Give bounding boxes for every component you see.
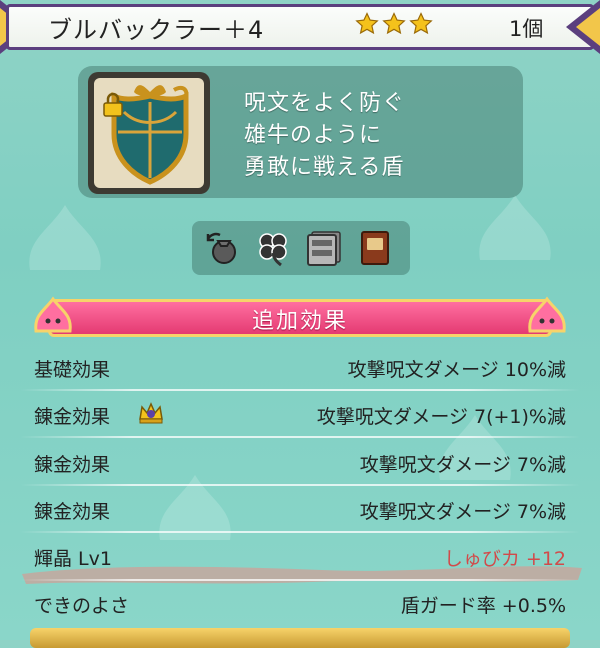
- item-name: ブルバックラー＋4: [48, 16, 265, 44]
- cabinet-icon[interactable]: [304, 229, 342, 267]
- book-icon[interactable]: [356, 229, 394, 267]
- effect-value: 攻撃呪文ダメージ 7%減: [359, 454, 566, 476]
- star-icon: [409, 12, 433, 35]
- effect-row: 錬金効果 攻撃呪文ダメージ 7%減: [0, 487, 600, 533]
- effect-label: 基礎効果: [34, 359, 111, 381]
- divider: [20, 436, 580, 438]
- divider: [20, 531, 580, 533]
- star-icon: [382, 12, 406, 35]
- rarity-stars: [355, 12, 433, 36]
- effect-label: 錬金効果: [34, 406, 111, 428]
- crown-icon: [139, 402, 163, 424]
- description-line: 呪文をよく防ぐ: [244, 91, 406, 116]
- clover-icon[interactable]: [254, 229, 292, 267]
- header-right-ornament: [566, 0, 600, 54]
- divider: [20, 389, 580, 391]
- effect-row: 輝晶 Lv1 しゅびカ +12: [0, 534, 600, 580]
- effect-value: 攻撃呪文ダメージ 7%減: [359, 501, 566, 523]
- effect-label: 錬金効果: [34, 501, 111, 523]
- description-line: 雄牛のように: [244, 123, 383, 148]
- section-title: 追加効果: [251, 309, 348, 334]
- effect-value: しゅびカ +12: [443, 548, 566, 570]
- star-icon: [355, 12, 379, 35]
- effect-row: 錬金効果 攻撃呪文ダメージ 7(+1)%減: [0, 392, 600, 438]
- effect-label: できのよさ: [34, 595, 130, 617]
- item-description: 呪文をよく防ぐ 雄牛のように 勇敢に戦える盾: [244, 88, 405, 184]
- divider: [20, 484, 580, 486]
- effect-row: できのよさ 盾ガード率 +0.5%: [0, 581, 600, 627]
- description-line: 勇敢に戦える盾: [244, 155, 405, 180]
- lock-icon: [103, 92, 123, 117]
- item-icon-frame[interactable]: [88, 72, 210, 194]
- effect-value: 攻撃呪文ダメージ 7(+1)%減: [316, 406, 566, 428]
- effect-label: 輝晶 Lv1: [34, 548, 112, 570]
- effect-row: 基礎効果 攻撃呪文ダメージ 10%減: [0, 345, 600, 391]
- effect-value: 攻撃呪文ダメージ 10%減: [347, 359, 566, 381]
- effect-row: 錬金効果 攻撃呪文ダメージ 7%減: [0, 440, 600, 486]
- item-count: 1個: [509, 17, 544, 41]
- next-section-edge: [30, 628, 570, 648]
- item-header: ブルバックラー＋4 1個: [0, 0, 600, 54]
- effect-value: 盾ガード率 +0.5%: [400, 595, 566, 617]
- bag-icon[interactable]: [204, 229, 242, 267]
- section-header: 追加効果: [30, 295, 570, 341]
- effect-label: 錬金効果: [34, 454, 111, 476]
